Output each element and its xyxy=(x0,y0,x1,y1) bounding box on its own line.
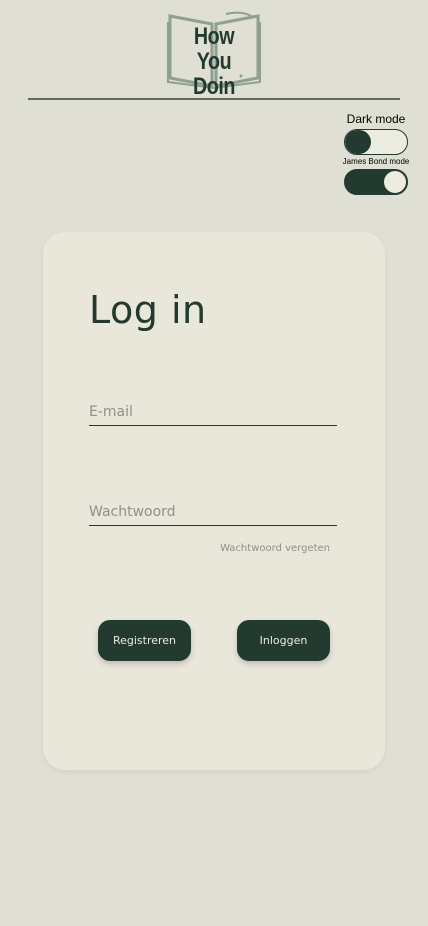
login-card: Log in Wachtwoord vergeten Registreren I… xyxy=(43,232,385,770)
brand-name: How You Doin xyxy=(175,24,254,99)
brand-logo: How You Doin xyxy=(166,10,262,99)
bond-mode-toggle[interactable] xyxy=(344,169,408,195)
toggle-knob xyxy=(384,171,406,193)
bond-mode-group: James Bond mode xyxy=(340,157,412,195)
forgot-password-link[interactable]: Wachtwoord vergeten xyxy=(220,543,330,554)
login-button[interactable]: Inloggen xyxy=(237,620,330,661)
password-field[interactable] xyxy=(89,498,337,526)
dark-mode-label: Dark mode xyxy=(346,112,406,126)
dark-mode-toggle[interactable] xyxy=(344,129,408,155)
bond-mode-label: James Bond mode xyxy=(342,157,410,166)
register-button[interactable]: Registreren xyxy=(98,620,191,661)
toggle-knob xyxy=(346,131,368,153)
email-field[interactable] xyxy=(89,398,337,426)
page-title: Log in xyxy=(89,288,207,332)
header-divider xyxy=(28,98,400,100)
brand-line-2: Doin xyxy=(192,73,236,100)
login-page: How You Doin Dark mode James Bond mode L… xyxy=(0,0,428,926)
dark-mode-group: Dark mode xyxy=(340,112,412,155)
brand-line-1: How You xyxy=(193,23,235,75)
